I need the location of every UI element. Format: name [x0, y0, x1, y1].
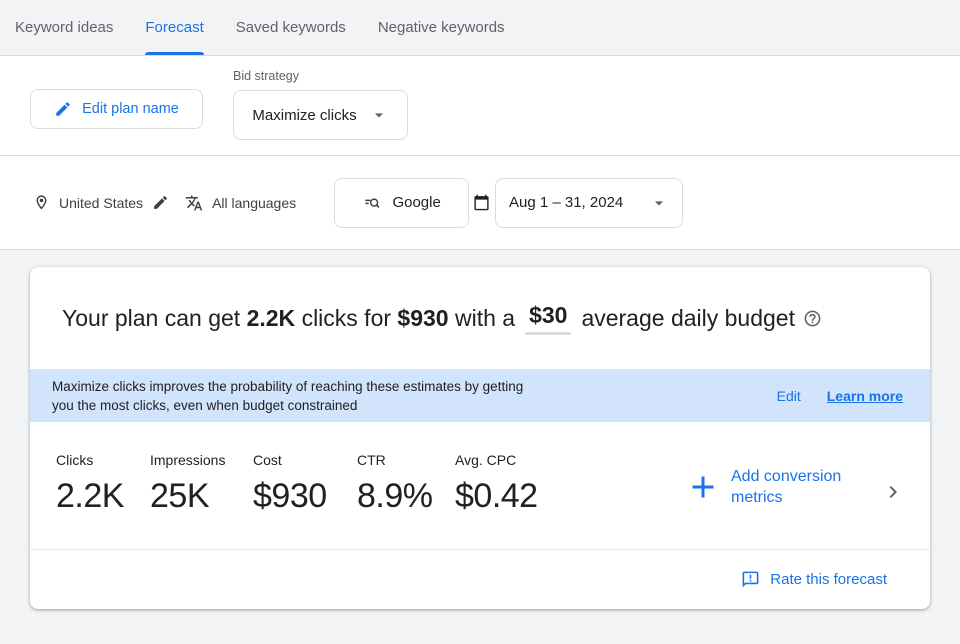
- pencil-icon: [54, 100, 72, 118]
- pencil-icon[interactable]: [152, 194, 169, 211]
- metric-label: Impressions: [150, 452, 253, 468]
- banner-line1: Maximize clicks improves the probability…: [52, 377, 523, 396]
- calendar-icon: [473, 194, 490, 211]
- content-area: Your plan can get 2.2K clicks for $930 w…: [0, 250, 960, 644]
- active-tab-underline: [145, 52, 203, 55]
- metrics-row: Clicks 2.2K Impressions 25K Cost $930 CT…: [30, 422, 930, 549]
- tab-negative-keywords[interactable]: Negative keywords: [378, 0, 505, 55]
- metric-value: 2.2K: [56, 477, 150, 516]
- location-value: United States: [59, 195, 143, 211]
- banner-links: Edit Learn more: [777, 388, 903, 404]
- metric-value: $930: [253, 477, 357, 516]
- bid-strategy-value: Maximize clicks: [252, 107, 356, 124]
- headline-mid1: clicks for: [295, 305, 397, 332]
- tab-saved-keywords[interactable]: Saved keywords: [236, 0, 346, 55]
- metric-impressions: Impressions 25K: [150, 452, 253, 516]
- targeting-bar: United States All languages Google Aug 1…: [0, 156, 960, 250]
- chevron-right-icon: [881, 480, 905, 504]
- edit-plan-name-label: Edit plan name: [82, 101, 179, 117]
- metric-cost: Cost $930: [253, 452, 357, 516]
- plan-bar: Edit plan name Bid strategy Maximize cli…: [0, 56, 960, 156]
- metric-ctr: CTR 8.9%: [357, 452, 455, 516]
- languages-value: All languages: [212, 195, 296, 211]
- metric-value: 8.9%: [357, 477, 455, 516]
- tab-bar: Keyword ideas Forecast Saved keywords Ne…: [0, 0, 960, 56]
- tab-label: Keyword ideas: [15, 19, 113, 36]
- headline-prefix: Your plan can get: [62, 305, 247, 332]
- help-icon[interactable]: [803, 309, 822, 328]
- headline-mid2: with a: [449, 305, 515, 332]
- banner-message: Maximize clicks improves the probability…: [52, 377, 523, 415]
- metric-avg-cpc: Avg. CPC $0.42: [455, 452, 685, 516]
- tab-keyword-ideas[interactable]: Keyword ideas: [15, 0, 113, 55]
- headline-budget-value[interactable]: $30: [525, 302, 571, 335]
- dropdown-arrow-icon: [649, 193, 669, 213]
- search-list-icon: [362, 193, 382, 213]
- language-setting[interactable]: All languages: [185, 194, 296, 212]
- date-range-dropdown[interactable]: Aug 1 – 31, 2024: [495, 178, 683, 228]
- metric-label: Clicks: [56, 452, 150, 468]
- dropdown-arrow-icon: [369, 105, 389, 125]
- metric-value: 25K: [150, 477, 253, 516]
- metric-value: $0.42: [455, 477, 685, 516]
- translate-icon: [185, 194, 203, 212]
- headline-suffix: average daily budget: [581, 305, 795, 332]
- metric-label: Cost: [253, 452, 357, 468]
- headline-cost-value: $930: [397, 305, 448, 332]
- metric-label: Avg. CPC: [455, 452, 685, 468]
- bid-strategy-banner: Maximize clicks improves the probability…: [30, 369, 930, 422]
- location-pin-icon: [33, 194, 50, 211]
- headline-clicks-value: 2.2K: [247, 305, 296, 332]
- bid-strategy-label: Bid strategy: [233, 69, 408, 83]
- card-footer: Rate this forecast: [30, 550, 930, 609]
- add-conversion-metrics-button[interactable]: Add conversion metrics: [685, 466, 841, 508]
- feedback-icon: [741, 570, 760, 589]
- network-dropdown[interactable]: Google: [334, 178, 469, 228]
- rate-forecast-label: Rate this forecast: [770, 571, 887, 588]
- edit-plan-name-button[interactable]: Edit plan name: [30, 89, 203, 129]
- network-value: Google: [392, 194, 440, 211]
- rate-forecast-button[interactable]: Rate this forecast: [741, 570, 887, 589]
- keyword-plan-forecast-page: Keyword ideas Forecast Saved keywords Ne…: [0, 0, 960, 644]
- forecast-summary-card: Your plan can get 2.2K clicks for $930 w…: [30, 267, 930, 609]
- expand-metrics-chevron[interactable]: [881, 480, 905, 504]
- metric-clicks: Clicks 2.2K: [56, 452, 150, 516]
- date-range-value: Aug 1 – 31, 2024: [509, 194, 623, 211]
- add-conversion-metrics-label: Add conversion metrics: [731, 466, 841, 508]
- tab-label: Saved keywords: [236, 19, 346, 36]
- tab-label: Negative keywords: [378, 19, 505, 36]
- learn-more-link[interactable]: Learn more: [827, 388, 903, 404]
- forecast-headline: Your plan can get 2.2K clicks for $930 w…: [30, 267, 930, 369]
- plus-icon: [685, 469, 721, 505]
- tab-label: Forecast: [145, 19, 203, 36]
- banner-line2: you the most clicks, even when budget co…: [52, 396, 523, 415]
- location-setting[interactable]: United States: [33, 194, 169, 211]
- tab-forecast[interactable]: Forecast: [145, 0, 203, 55]
- metric-label: CTR: [357, 452, 455, 468]
- bid-strategy-field: Bid strategy Maximize clicks: [233, 69, 408, 140]
- bid-strategy-dropdown[interactable]: Maximize clicks: [233, 90, 408, 140]
- edit-link[interactable]: Edit: [777, 388, 801, 404]
